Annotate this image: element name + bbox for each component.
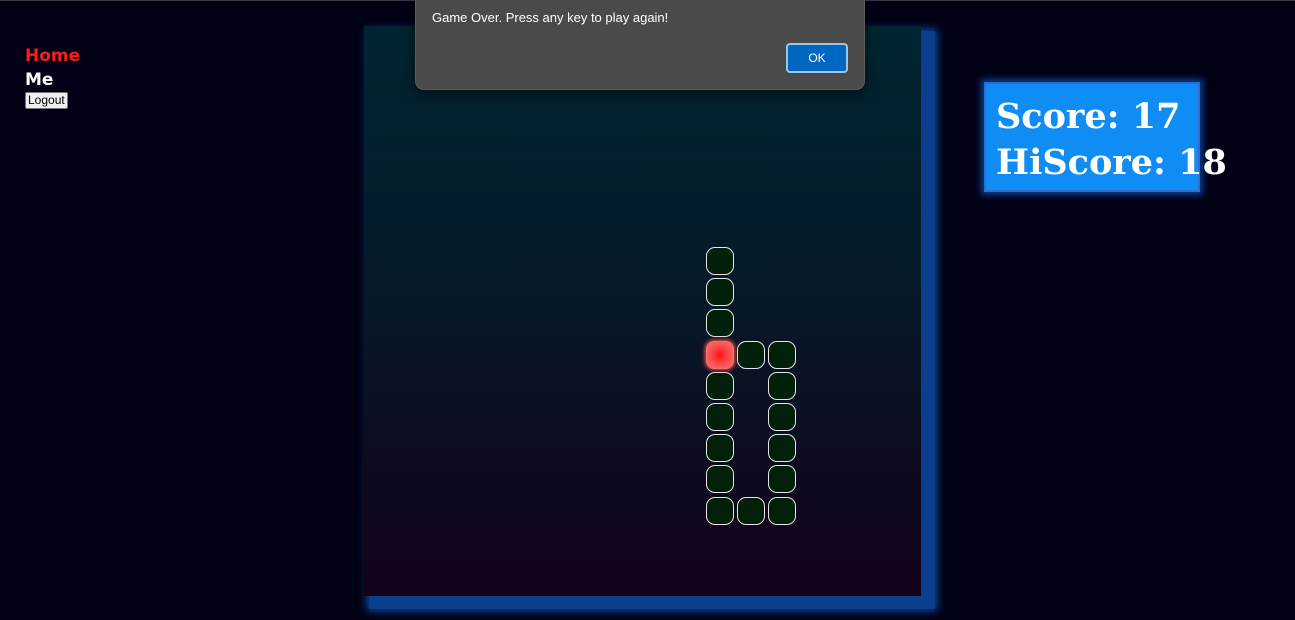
snake-segment xyxy=(768,465,797,494)
dialog-message: Game Over. Press any key to play again! xyxy=(432,10,669,25)
snake-segment xyxy=(706,278,734,307)
snake-segment xyxy=(706,465,734,494)
snake-segment xyxy=(768,371,797,400)
game-over-dialog: Game Over. Press any key to play again! … xyxy=(415,0,865,90)
dialog-ok-button[interactable]: OK xyxy=(786,43,848,73)
snake-segment xyxy=(768,496,797,525)
snake-segment xyxy=(706,371,734,400)
snake-segment xyxy=(706,434,734,463)
snake-segment xyxy=(706,309,734,338)
food-item xyxy=(706,340,734,369)
snake-segment xyxy=(706,403,734,431)
snake-segment xyxy=(706,247,734,275)
nav-link-home[interactable]: Home xyxy=(25,44,80,68)
snake-segment xyxy=(768,434,797,463)
game-board[interactable] xyxy=(364,26,921,596)
nav-link-me[interactable]: Me xyxy=(25,68,80,92)
score-panel: Score: 17 HiScore: 18 xyxy=(984,82,1227,192)
snake-segment xyxy=(737,496,766,525)
logout-button[interactable]: Logout xyxy=(25,92,68,109)
snake-segment xyxy=(706,496,734,525)
score-text: Score: 17 xyxy=(996,96,1181,137)
snake-segment xyxy=(737,340,766,369)
site-nav: Home Me Logout xyxy=(25,44,80,109)
snake-segment xyxy=(768,340,797,369)
snake-segment xyxy=(768,403,797,431)
hiscore-text: HiScore: 18 xyxy=(996,142,1227,183)
